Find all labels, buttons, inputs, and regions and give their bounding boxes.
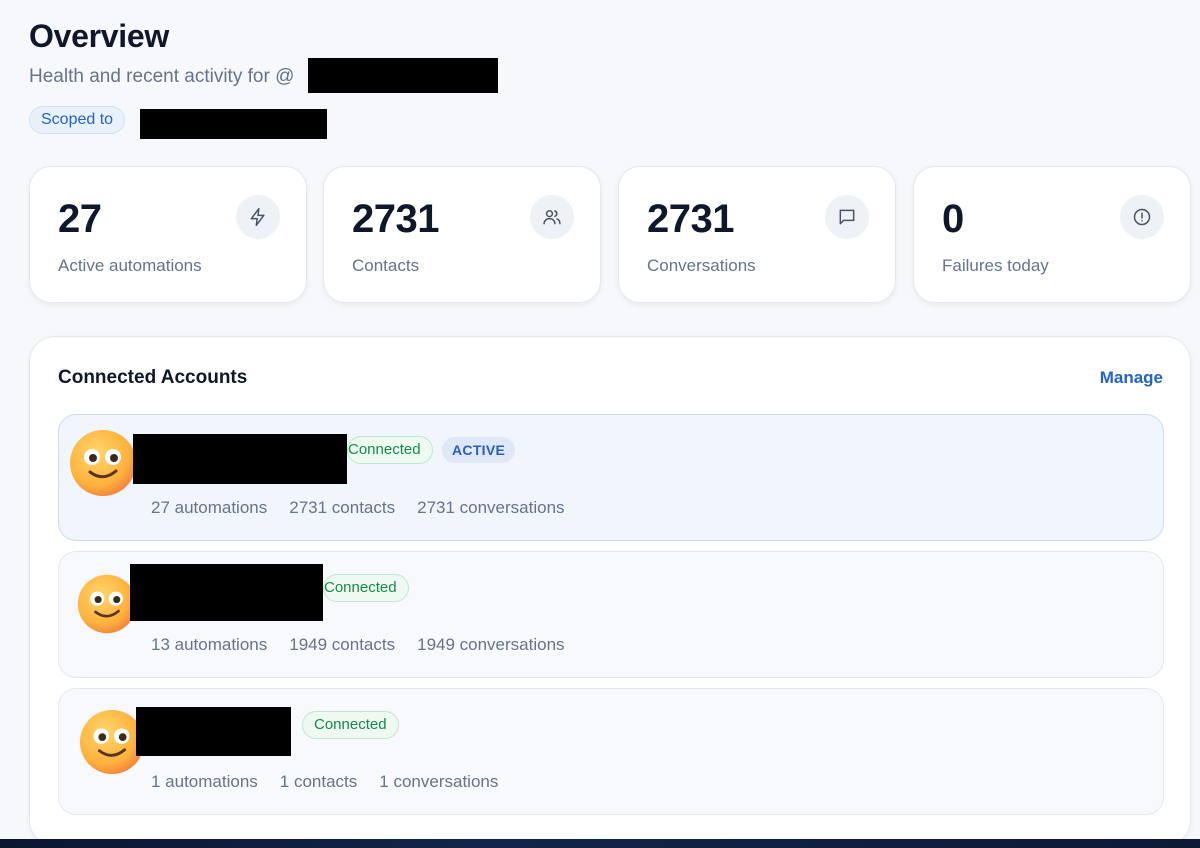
connected-accounts-panel: Connected Accounts Manage Connected ACTI… [29, 336, 1191, 846]
conversations-count: 2731 conversations [417, 498, 565, 517]
conversations-count: 1 conversations [379, 772, 499, 791]
stat-card-conversations: 2731 Conversations [618, 166, 896, 303]
stat-value: 27 [58, 197, 102, 241]
manage-link[interactable]: Manage [1100, 368, 1163, 388]
contacts-count: 1 contacts [279, 772, 358, 791]
account-meta: 13 automations 1949 contacts 1949 conversa… [151, 635, 587, 655]
stat-label: Active automations [58, 256, 202, 275]
contacts-count: 1949 contacts [289, 635, 396, 654]
automations-count: 1 automations [151, 772, 258, 791]
message-icon [825, 195, 869, 239]
redacted-account-name [130, 564, 323, 621]
avatar [70, 430, 136, 496]
automations-count: 27 automations [151, 498, 268, 517]
redacted-scope [140, 109, 327, 139]
status-badge: Connected [323, 574, 409, 602]
alert-circle-icon [1120, 195, 1164, 239]
account-row[interactable]: Connected 1 automations 1 contacts 1 conve… [58, 688, 1164, 815]
stat-value: 2731 [647, 197, 734, 241]
stat-value: 0 [942, 197, 964, 241]
stat-label: Conversations [647, 256, 756, 275]
active-badge: ACTIVE [442, 437, 516, 463]
status-badge: Connected [302, 711, 399, 739]
avatar [77, 574, 137, 634]
stat-value: 2731 [352, 197, 439, 241]
stat-card-contacts: 2731 Contacts [323, 166, 601, 303]
scope-badge: Scoped to [29, 106, 126, 134]
status-badge: Connected [347, 436, 433, 464]
automations-count: 13 automations [151, 635, 268, 654]
stat-card-failures-today: 0 Failures today [913, 166, 1191, 303]
desktop-taskbar-edge [0, 839, 1200, 848]
page-subtitle: Health and recent activity for @ [29, 66, 295, 87]
redacted-account-name [133, 434, 347, 484]
conversations-count: 1949 conversations [417, 635, 565, 654]
stat-card-active-automations: 27 Active automations [29, 166, 307, 303]
account-row[interactable]: Connected ACTIVE 27 automations 2731 cont… [58, 414, 1164, 541]
panel-title: Connected Accounts [58, 367, 248, 388]
stat-label: Contacts [352, 256, 420, 275]
redacted-username [308, 58, 498, 93]
account-meta: 27 automations 2731 contacts 2731 conversa… [151, 498, 587, 518]
contacts-count: 2731 contacts [289, 498, 396, 517]
account-meta: 1 automations 1 contacts 1 conversations [151, 772, 520, 792]
stat-label: Failures today [942, 256, 1049, 275]
account-row[interactable]: Connected 13 automations 1949 contacts 194… [58, 551, 1164, 678]
page-title: Overview [29, 18, 169, 54]
redacted-account-name [136, 707, 291, 756]
users-icon [530, 195, 574, 239]
lightning-icon [236, 195, 280, 239]
